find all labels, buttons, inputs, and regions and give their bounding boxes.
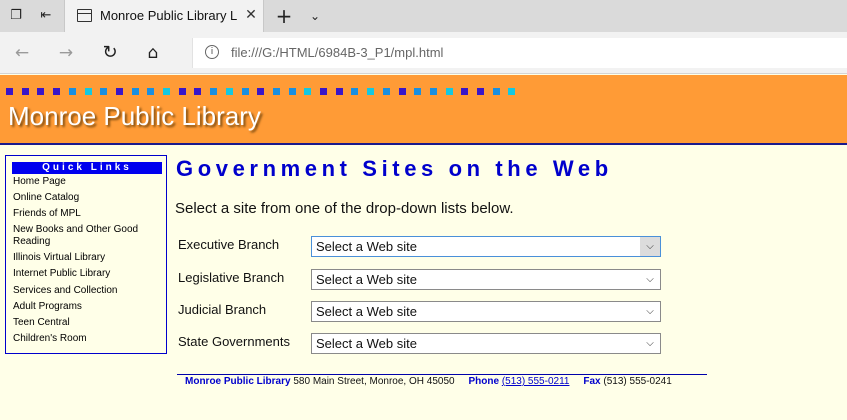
footer-phone-link[interactable]: (513) 555-0211 bbox=[502, 376, 570, 387]
quick-links-heading: Quick Links bbox=[12, 162, 162, 174]
quick-link-item[interactable]: Friends of MPL bbox=[13, 208, 163, 220]
navigation-bar: ← → ↻ ⌂ i file:///G:/HTML/6984B-3_P1/mpl… bbox=[0, 32, 847, 74]
footer-library-name: Monroe Public Library bbox=[185, 376, 291, 387]
legislative-branch-select[interactable]: Select a Web site ⌵ bbox=[311, 269, 661, 290]
state-governments-selected: Select a Web site bbox=[316, 336, 417, 351]
site-title: Monroe Public Library bbox=[8, 101, 261, 131]
decorative-dot bbox=[37, 88, 45, 95]
judicial-branch-select[interactable]: Select a Web site ⌵ bbox=[311, 301, 661, 322]
decorative-dot bbox=[21, 88, 29, 95]
decorative-dot bbox=[147, 88, 155, 95]
executive-branch-select[interactable]: Select a Web site ⌵ bbox=[311, 236, 661, 257]
footer-address: 580 Main Street, Monroe, OH 45050 bbox=[293, 376, 455, 387]
decorative-dot bbox=[320, 88, 327, 95]
footer: Monroe Public Library 580 Main Street, M… bbox=[185, 376, 672, 387]
intro-text: Select a site from one of the drop-down … bbox=[175, 200, 514, 217]
quick-links-panel: Quick Links Home Page Online Catalog Frien… bbox=[5, 155, 167, 354]
decorative-dot bbox=[367, 88, 375, 95]
decorative-dot bbox=[210, 88, 218, 95]
decorative-dot bbox=[461, 88, 469, 95]
legislative-branch-label: Legislative Branch bbox=[178, 270, 285, 285]
footer-phone-label: Phone bbox=[468, 376, 500, 387]
footer-fax: (513) 555-0241 bbox=[603, 376, 672, 387]
decorative-dot bbox=[194, 88, 202, 95]
decorative-dots bbox=[0, 88, 600, 96]
quick-link-item[interactable]: New Books and Other Good Reading bbox=[13, 224, 163, 248]
decorative-dot bbox=[100, 88, 108, 95]
set-tabs-aside-icon[interactable]: ⇤ bbox=[36, 6, 56, 26]
decorative-dot bbox=[477, 88, 484, 95]
decorative-dot bbox=[257, 88, 265, 95]
page-icon bbox=[77, 9, 92, 22]
state-governments-label: State Governments bbox=[178, 334, 290, 349]
quick-link-item[interactable]: Illinois Virtual Library bbox=[13, 252, 163, 264]
address-bar[interactable]: i file:///G:/HTML/6984B-3_P1/mpl.html bbox=[192, 38, 847, 68]
tab-actions-icon[interactable]: ❐ bbox=[6, 6, 26, 26]
chevron-down-icon[interactable]: ⌵ bbox=[640, 302, 660, 321]
judicial-branch-selected: Select a Web site bbox=[316, 304, 417, 319]
decorative-dot bbox=[414, 88, 422, 95]
quick-link-item[interactable]: Teen Central bbox=[13, 317, 163, 329]
quick-link-item[interactable]: Home Page bbox=[13, 176, 163, 188]
decorative-dot bbox=[225, 88, 233, 95]
quick-link-item[interactable]: Online Catalog bbox=[13, 192, 163, 204]
decorative-dot bbox=[351, 88, 359, 95]
decorative-dot bbox=[115, 88, 123, 95]
decorative-dot bbox=[492, 88, 500, 95]
quick-link-item[interactable]: Internet Public Library bbox=[13, 268, 163, 280]
executive-branch-selected: Select a Web site bbox=[316, 239, 417, 254]
footer-fax-label: Fax bbox=[583, 376, 601, 387]
decorative-dot bbox=[131, 88, 139, 95]
decorative-dot bbox=[84, 88, 92, 95]
chevron-down-icon[interactable]: ⌵ bbox=[640, 334, 660, 353]
forward-arrow-icon[interactable]: → bbox=[54, 42, 78, 64]
decorative-dot bbox=[178, 88, 186, 95]
decorative-dot bbox=[398, 88, 406, 95]
tab-bar: ❐ ⇤ Monroe Public Library L ✕ + ⌄ bbox=[0, 0, 847, 32]
decorative-dot bbox=[53, 88, 61, 95]
quick-link-item[interactable]: Adult Programs bbox=[13, 301, 163, 313]
executive-branch-label: Executive Branch bbox=[178, 237, 280, 252]
decorative-dot bbox=[382, 88, 390, 95]
banner-divider bbox=[0, 143, 847, 145]
chevron-down-icon[interactable]: ⌵ bbox=[640, 270, 660, 289]
back-arrow-icon[interactable]: ← bbox=[10, 42, 34, 64]
legislative-branch-selected: Select a Web site bbox=[316, 272, 417, 287]
state-governments-select[interactable]: Select a Web site ⌵ bbox=[311, 333, 661, 354]
browser-tab[interactable]: Monroe Public Library L ✕ bbox=[64, 0, 264, 32]
decorative-dot bbox=[335, 88, 343, 95]
judicial-branch-label: Judicial Branch bbox=[178, 302, 267, 317]
new-tab-icon[interactable]: + bbox=[273, 5, 295, 27]
decorative-dot bbox=[6, 88, 13, 95]
close-icon[interactable]: ✕ bbox=[242, 6, 260, 24]
decorative-dot bbox=[163, 88, 170, 95]
decorative-dot bbox=[429, 88, 437, 95]
decorative-dot bbox=[304, 88, 312, 95]
info-icon[interactable]: i bbox=[205, 45, 219, 59]
quick-link-item[interactable]: Children's Room bbox=[13, 333, 163, 345]
page-heading: Government Sites on the Web bbox=[176, 156, 613, 181]
decorative-dot bbox=[508, 88, 516, 95]
chevron-down-icon[interactable]: ⌵ bbox=[640, 237, 660, 256]
footer-divider bbox=[177, 374, 707, 375]
decorative-dot bbox=[288, 88, 296, 95]
address-url[interactable]: file:///G:/HTML/6984B-3_P1/mpl.html bbox=[231, 45, 443, 60]
home-icon[interactable]: ⌂ bbox=[141, 42, 165, 64]
decorative-dot bbox=[272, 88, 280, 95]
quick-link-item[interactable]: Services and Collection bbox=[13, 285, 163, 297]
chevron-down-icon[interactable]: ⌄ bbox=[305, 6, 325, 26]
decorative-dot bbox=[241, 88, 249, 95]
refresh-icon[interactable]: ↻ bbox=[98, 42, 122, 64]
decorative-dot bbox=[445, 88, 453, 95]
decorative-dot bbox=[68, 88, 76, 95]
tab-title: Monroe Public Library L bbox=[100, 8, 238, 23]
